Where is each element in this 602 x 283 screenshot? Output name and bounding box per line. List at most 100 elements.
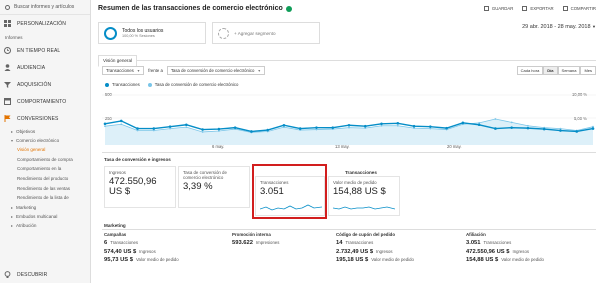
data-point-transactions[interactable] [250,130,253,133]
date-range-picker[interactable]: 29 abr. 2018 - 28 may. 2018 ▼ [522,24,596,30]
data-point-transactions[interactable] [542,127,546,131]
metric-select-secondary[interactable]: Tasa de conversión de comercio electróni… [166,66,265,75]
data-point-conversion-rate[interactable] [348,126,350,129]
marketing-row[interactable]: 2.732,49 US $ Ingresos [336,249,414,255]
data-point-conversion-rate[interactable] [120,123,123,126]
marketing-value: 195,18 US $ [336,257,369,263]
marketing-row[interactable]: 14 Transacciones [336,240,414,246]
data-point-transactions[interactable] [396,122,400,125]
data-point-transactions[interactable] [266,128,269,132]
data-point-transactions[interactable] [477,123,481,127]
period-month[interactable]: Mes [580,66,596,75]
data-point-transactions[interactable] [445,126,448,130]
sidebar-item-discover[interactable]: DESCUBRIR [0,266,47,283]
period-hour[interactable]: Cada hora [516,66,544,75]
sidebar-sub-objetivos[interactable]: ▸ Objetivos [0,127,90,136]
data-point-transactions[interactable] [380,122,383,126]
sidebar-sub-multichannel[interactable]: ▸ Embudos multicanal [0,212,90,221]
data-point-transactions[interactable] [363,124,367,128]
scorecard-label: Ingresos [109,170,126,175]
data-point-transactions[interactable] [347,123,351,127]
save-button[interactable]: GUARDAR [483,6,514,11]
data-point-transactions[interactable] [185,123,188,127]
sidebar-sub-marketing[interactable]: ▸ Marketing [0,203,90,212]
marketing-row[interactable]: 6 Transacciones [104,240,179,246]
data-point-transactions[interactable] [526,126,530,130]
data-point-transactions[interactable] [152,127,156,130]
marketing-row[interactable]: 154,88 US $ Valor medio de pedido [466,257,544,263]
data-point-transactions[interactable] [575,130,579,133]
data-point-conversion-rate[interactable] [185,126,188,129]
data-point-transactions[interactable] [315,126,318,129]
marketing-row[interactable]: 3.051 Transacciones [466,240,544,246]
data-point-transactions[interactable] [591,127,595,130]
data-point-transactions[interactable] [494,127,497,130]
sidebar-item-realtime[interactable]: EN TIEMPO REAL [0,42,90,59]
period-toggle: Cada hora Día Semana Mes [516,66,596,75]
data-point-transactions[interactable] [429,125,432,128]
data-point-conversion-rate[interactable] [201,131,204,133]
marketing-row[interactable]: 195,18 US $ Valor medio de pedido [336,257,414,263]
marketing-row[interactable]: 574,40 US $ Ingresos [104,249,179,255]
caret-right-icon: ▸ [11,213,14,219]
clock-icon [4,47,11,54]
marketing-row[interactable]: 95,73 US $ Valor medio de pedido [104,257,179,263]
marketing-row[interactable]: 472.550,96 US $ Ingresos [466,249,544,255]
sidebar-item-behavior[interactable]: COMPORTAMIENTO [0,93,90,110]
sparkline [333,206,395,210]
data-point-conversion-rate[interactable] [527,124,529,127]
data-point-transactions[interactable] [201,128,204,131]
data-point-transactions[interactable] [233,126,237,129]
data-point-transactions[interactable] [136,127,139,130]
data-point-conversion-rate[interactable] [510,121,513,124]
data-point-transactions[interactable] [331,126,335,129]
data-point-transactions[interactable] [119,119,123,123]
marketing-unit: Ingresos [512,248,529,254]
data-point-transactions[interactable] [168,125,172,128]
marketing-col-title: Campañas [104,232,127,237]
sidebar-link-sales-performance[interactable]: Rendimiento de las ventas [0,183,90,193]
period-week[interactable]: Semana [557,66,581,75]
sidebar-item-audience[interactable]: AUDIENCIA [0,59,90,76]
scorecard-revenue[interactable]: Ingresos 472.550,96 US $ [104,166,176,208]
sidebar-link-checkout-behavior[interactable]: Comportamiento en la [0,164,90,174]
data-point-transactions[interactable] [103,122,107,126]
sidebar-link-product-list[interactable]: Rendimiento de la lista de [0,193,90,203]
metric-select-primary[interactable]: Transacciones ▼ [102,66,145,75]
add-segment-button[interactable]: + Agregar segmento [212,22,320,44]
lightbulb-icon [4,271,11,278]
export-button[interactable]: EXPORTAR [522,6,554,11]
search-box[interactable]: Buscar informes y artículos [0,0,90,15]
sidebar-link-overview[interactable]: Visión general [0,145,90,155]
period-day[interactable]: Día [543,66,558,75]
share-button[interactable]: COMPARTIR [562,6,596,11]
sidebar-item-personalization[interactable]: PERSONALIZACIÓN [0,15,90,32]
line-chart[interactable] [102,90,596,145]
data-point-transactions[interactable] [461,121,465,125]
scorecard-conversion-rate[interactable]: Tasa de conversión de comercio electróni… [178,166,250,208]
data-point-transactions[interactable] [298,127,302,130]
data-point-conversion-rate[interactable] [494,118,497,120]
sidebar-sub-label: Embudos multicanal [16,213,58,219]
scorecard-avg-order[interactable]: Valor medio de pedido 154,88 US $ [328,176,400,216]
data-point-conversion-rate[interactable] [104,125,106,128]
sidebar-item-conversions[interactable]: CONVERSIONES [0,110,90,127]
segment-all-users[interactable]: Todos los usuarios 100,00 % Sesiones [98,22,206,44]
save-label: GUARDAR [491,6,514,11]
marketing-row[interactable]: 593.622 Impresiones [232,240,279,246]
sidebar-sub-ecommerce[interactable]: ▾ Comercio electrónico [0,136,90,145]
data-point-transactions[interactable] [510,126,513,129]
sidebar-sub-attribution[interactable]: ▸ Atribución [0,221,90,230]
data-point-transactions[interactable] [412,124,416,128]
data-point-transactions[interactable] [217,127,221,131]
data-point-transactions[interactable] [282,123,286,127]
sidebar-item-acquisition[interactable]: ADQUISICIÓN [0,76,90,93]
data-point-conversion-rate[interactable] [396,124,399,127]
chevron-down-icon: ▼ [592,24,596,29]
marketing-unit: Ingresos [376,248,393,254]
sidebar-link-shopping-behavior[interactable]: Comportamiento de compra [0,155,90,165]
marketing-col-internal-promo: Promoción interna 593.622 Impresiones [232,232,279,249]
acquisition-icon [4,81,11,88]
sidebar-link-product-performance[interactable]: Rendimiento del producto [0,174,90,184]
data-point-transactions[interactable] [559,129,562,132]
